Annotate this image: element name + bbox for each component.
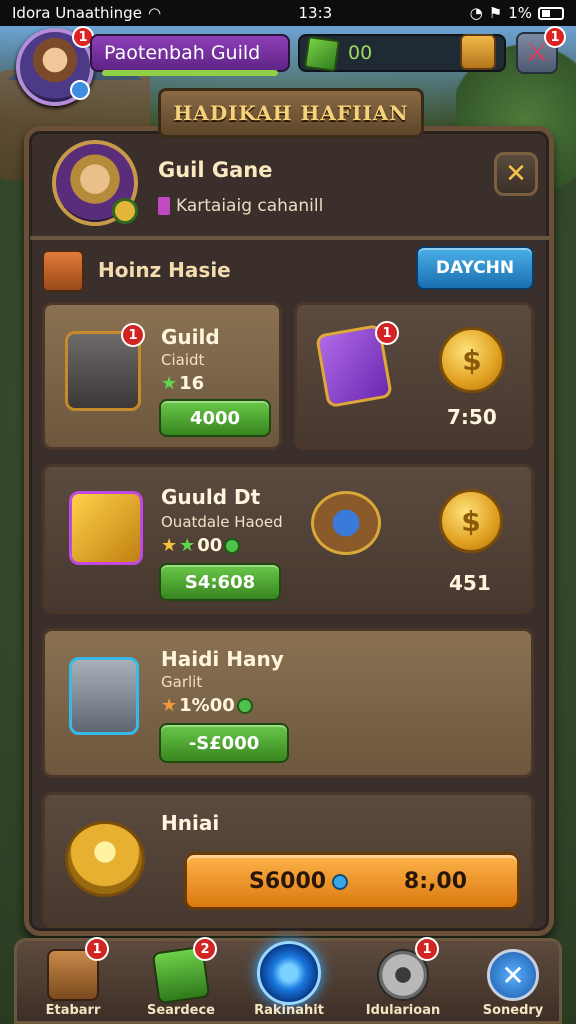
bundle-time: 8:,00: [403, 869, 467, 894]
close-button[interactable]: ✕: [494, 152, 538, 196]
bottom-navigation: 1 Etabarr 2 Seardece Rakinahit 1 Idulari…: [14, 937, 563, 1024]
panel-title: HADIKAH HAFIIAN: [158, 88, 424, 138]
nav-badge: 1: [415, 937, 439, 961]
nav-label: Sonedry: [482, 1003, 544, 1018]
battle-notification-badge: 1: [544, 26, 566, 48]
buy-button[interactable]: S4:608: [159, 563, 281, 601]
carrier-label: Idora Unaathinge: [12, 4, 142, 22]
crystal-crate-icon: [69, 657, 139, 735]
star-icon: ★: [179, 535, 196, 556]
nav-item-rakinahit[interactable]: Rakinahit: [239, 941, 339, 1024]
nav-label: Seardece: [146, 1003, 215, 1018]
buy-button[interactable]: -S£000: [159, 723, 289, 763]
coin-value: 7:50: [447, 405, 497, 429]
item-rating: ★ 16: [161, 373, 205, 394]
item-title: Guild: [161, 325, 220, 349]
guild-avatar[interactable]: [52, 140, 138, 226]
status-time: 13:3: [298, 4, 333, 22]
guild-name: Paotenbah Guild: [104, 42, 261, 64]
bundle-price: S6000: [249, 869, 327, 894]
profile-name: Guil Gane: [158, 158, 273, 182]
level-icon: [112, 198, 138, 224]
star-icon: ★: [161, 535, 178, 556]
portal-icon: [257, 941, 321, 1005]
nav-badge: 2: [193, 937, 217, 961]
nav-item-idularioan[interactable]: 1 Idularioan: [353, 937, 453, 1024]
coin-icon: $: [439, 489, 503, 553]
nav-badge: 1: [85, 937, 109, 961]
shop-item-card[interactable]: 1 $ 7:50: [294, 302, 534, 450]
item-subtitle: Ciaidt: [161, 351, 205, 369]
nav-item-seardece[interactable]: 2 Seardece: [131, 937, 231, 1024]
alarm-icon: ◔: [469, 4, 483, 22]
item-subtitle: Garlit: [161, 673, 203, 691]
battery-percent: 1%: [508, 4, 532, 22]
chest-button[interactable]: [460, 34, 496, 70]
item-notification-badge: 1: [121, 323, 145, 347]
battle-button[interactable]: ⚔ 1: [516, 26, 566, 74]
item-notification-badge: 1: [375, 321, 399, 345]
buy-button[interactable]: 4000: [159, 399, 271, 437]
gold-chest-icon: [69, 491, 143, 565]
star-icon: ★: [161, 373, 178, 394]
gem-count: 00: [348, 42, 373, 64]
section-title: Hoinz Hasie: [98, 258, 231, 282]
nav-label: Etabarr: [45, 1003, 101, 1018]
wifi-icon: ◠: [147, 4, 162, 22]
shop-item-card[interactable]: Guuld Dt Ouatdale Haoed ★ ★ 00 S4:608 $ …: [42, 464, 534, 614]
divider: [30, 236, 550, 240]
avatar-status-icon: [70, 80, 90, 100]
profile-row: Guil Gane Kartaiaig cahanill ✕: [30, 140, 550, 236]
profile-subtitle-row: Kartaiaig cahanill: [158, 196, 323, 216]
guild-xp-bar: [102, 70, 278, 76]
item-title: Haidi Hany: [161, 647, 284, 671]
player-avatar[interactable]: 1: [16, 26, 94, 106]
signal-icon: ⚑: [488, 4, 503, 22]
bowl-icon: [311, 491, 381, 555]
gem-icon: [236, 697, 253, 714]
shop-item-card[interactable]: 1 Guild Ciaidt ★ 16 4000: [42, 302, 282, 450]
guild-name-bar[interactable]: Paotenbah Guild: [90, 34, 290, 76]
battery-icon: [538, 6, 564, 20]
gem-icon: [224, 537, 241, 554]
star-icon: ★: [161, 695, 178, 716]
nav-label: Idularioan: [365, 1003, 441, 1018]
item-rating: ★ 1%00: [161, 695, 253, 716]
status-bar: Idora Unaathinge ◠ 13:3 ◔ ⚑ 1%: [0, 0, 576, 26]
item-rating: ★ ★ 00: [161, 535, 241, 556]
shop-item-card[interactable]: Haidi Hany Garlit ★ 1%00 -S£000: [42, 628, 534, 778]
diamond-icon: [332, 873, 349, 890]
item-subtitle: Ouatdale Haoed: [161, 513, 283, 531]
gold-ring-icon: [65, 821, 145, 897]
coin-value: 451: [449, 571, 491, 595]
close-circle-icon: ✕: [487, 949, 539, 1001]
nav-label: Rakinahit: [254, 1003, 324, 1018]
nav-item-etabarr[interactable]: 1 Etabarr: [23, 937, 123, 1024]
item-title: Guuld Dt: [161, 485, 261, 509]
section-header: Hoinz Hasie DAYCHN: [40, 246, 540, 292]
profile-subtitle: Kartaiaig cahanill: [176, 196, 324, 216]
tag-icon: [158, 197, 170, 215]
nav-item-sonedry[interactable]: ✕ Sonedry: [463, 941, 563, 1024]
purchase-bundle-button[interactable]: S6000 8:,00: [184, 852, 520, 910]
item-title: Hniai: [161, 811, 220, 835]
section-icon: [42, 250, 84, 292]
gem-icon: [303, 35, 341, 73]
coin-icon: $: [439, 327, 505, 393]
close-icon: ✕: [505, 159, 527, 189]
section-action-button[interactable]: DAYCHN: [416, 246, 534, 290]
